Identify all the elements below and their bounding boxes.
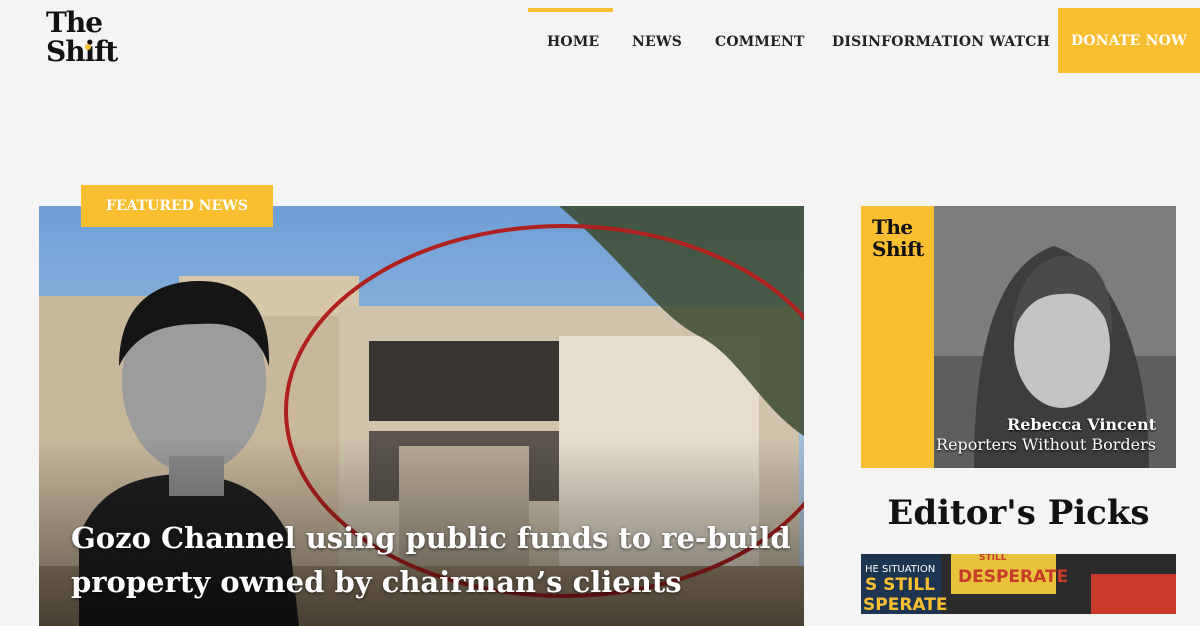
ad-person-org: Reporters Without Borders: [936, 435, 1156, 454]
thumb-text-bottom: SPERATE: [863, 595, 947, 614]
nav-item-disinformation-watch[interactable]: DISINFORMATION WATCH: [832, 34, 1050, 50]
featured-badge[interactable]: FEATURED NEWS: [81, 185, 273, 227]
main-nav: HOME NEWS COMMENT DISINFORMATION WATCH D…: [0, 0, 1200, 80]
featured-headline[interactable]: Gozo Channel using public funds to re-bu…: [71, 516, 791, 604]
ad-logo-line-2: Shift: [872, 237, 924, 261]
nav-item-news[interactable]: NEWS: [632, 34, 682, 50]
featured-article[interactable]: Gozo Channel using public funds to re-bu…: [39, 206, 804, 626]
editors-pick-image: HE SITUATION S STILL SPERATE STILL DESPE…: [861, 554, 1176, 614]
editors-picks-heading: Editor's Picks: [887, 493, 1150, 533]
ad-person-name: Rebecca Vincent: [1006, 415, 1156, 434]
thumb-sign-top: STILL: [979, 554, 1007, 563]
thumb-text-top: HE SITUATION: [865, 564, 935, 575]
editors-pick-thumbnail[interactable]: HE SITUATION S STILL SPERATE STILL DESPE…: [861, 554, 1176, 614]
nav-item-home[interactable]: HOME: [547, 34, 599, 50]
thumb-sign-text: DESPERATE: [958, 567, 1068, 587]
nav-active-indicator: [528, 8, 613, 12]
thumb-text-mid: S STILL: [865, 575, 935, 595]
donate-button[interactable]: DONATE NOW: [1058, 8, 1200, 73]
sidebar-ad-banner[interactable]: The Shift Rebecca Vincent Reporters With…: [861, 206, 1176, 468]
ad-logo: The Shift: [872, 216, 924, 260]
nav-item-comment[interactable]: COMMENT: [715, 34, 805, 50]
ad-logo-line-1: The: [872, 215, 913, 239]
